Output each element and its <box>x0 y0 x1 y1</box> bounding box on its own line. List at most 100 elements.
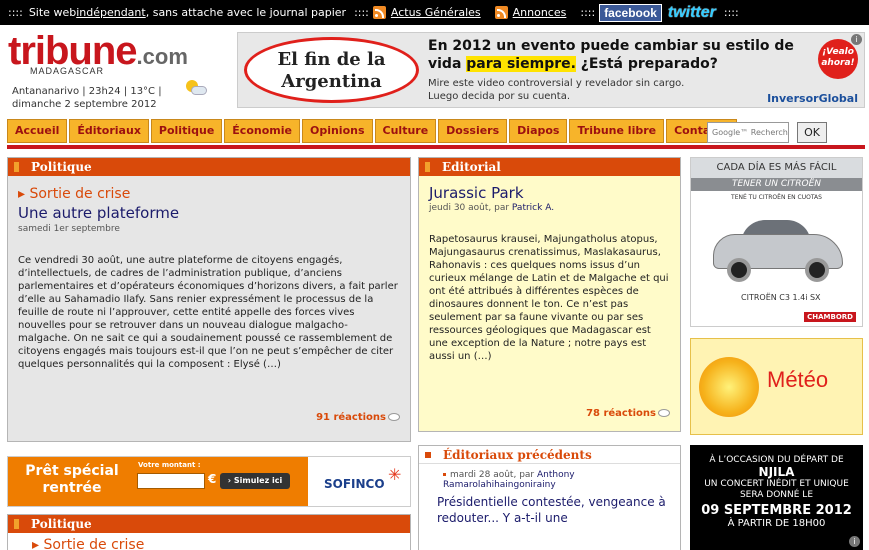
rss-icon[interactable] <box>494 6 508 19</box>
current-date: dimanche 2 septembre 2012 <box>12 99 157 110</box>
article-title[interactable]: Présidentielle contestée, vengeance à re… <box>437 494 680 526</box>
concert-time: À PARTIR DE 18H00 <box>727 518 826 529</box>
comment-bubble-icon <box>388 413 400 421</box>
independant-link[interactable]: indépendant <box>76 6 146 19</box>
section-title: Éditoriaux précédents <box>419 446 680 464</box>
main-nav: Accueil Éditoriaux Politique Économie Op… <box>7 119 739 143</box>
separator: :::: <box>354 6 369 19</box>
article-date: mardi 28 août, par Anthony Ramarolahihai… <box>443 470 680 490</box>
search-input[interactable]: Google™ Recherch <box>707 122 789 143</box>
article-title[interactable]: Jurassic Park <box>429 184 680 202</box>
ad-text-line: Mire este video controversial y revelado… <box>428 78 685 89</box>
meteo-ad[interactable]: Météo <box>690 338 863 435</box>
loan-ad-title: Prêt spécial rentrée <box>18 463 126 497</box>
car-image <box>713 216 843 286</box>
sofinco-logo: SOFINCO <box>324 477 385 491</box>
search-ok-button[interactable]: OK <box>797 122 827 143</box>
separator: :::: <box>8 6 23 19</box>
badge-line: ahora! <box>821 58 855 68</box>
rss-icon[interactable] <box>372 6 386 19</box>
loan-ad[interactable]: Prêt spécial rentrée Votre montant : € ›… <box>7 456 411 507</box>
arrow-right-icon: ▸ <box>18 186 26 202</box>
nav-tab-economie[interactable]: Économie <box>224 119 300 143</box>
ad-oval-line: El fin de la <box>277 49 386 70</box>
concert-ad[interactable]: À L’OCCASION DU DÉPART DE NJILA UN CONCE… <box>690 445 863 550</box>
article-title[interactable]: Une autre plateforme <box>18 204 410 222</box>
article-category-label: Sortie de crise <box>29 186 131 202</box>
facebook-button[interactable]: facebook <box>599 3 662 22</box>
tagline-text: Site web <box>28 6 77 19</box>
badge-line: ¡Vealo <box>822 47 854 57</box>
ad-brand: InversorGlobal <box>767 92 858 105</box>
previous-editorials-section: Éditoriaux précédents mardi 28 août, par… <box>418 445 681 550</box>
article-category[interactable]: ▸ Sortie de crise <box>32 537 410 550</box>
nav-tab-editoriaux[interactable]: Éditoriaux <box>69 119 149 143</box>
logo-country: MADAGASCAR <box>30 66 105 76</box>
twitter-button[interactable]: twitter <box>668 4 716 22</box>
concert-line: UN CONCERT INÉDIT ET UNIQUE <box>704 479 849 489</box>
nav-tab-tribune-libre[interactable]: Tribune libre <box>569 119 665 143</box>
ad-small-text: TENÉ TU CITROËN EN CUOTAS <box>731 194 822 201</box>
reactions-link[interactable]: 91 réactions <box>316 412 400 423</box>
weather-info: Antananarivo | 23h24 | 13°C | dimanche 2… <box>12 85 212 111</box>
top-banner-ad[interactable]: El fin de la Argentina En 2012 un evento… <box>237 32 865 108</box>
nav-tab-culture[interactable]: Culture <box>374 119 437 143</box>
article-category[interactable]: ▸ Sortie de crise <box>18 186 410 202</box>
article-date: samedi 1er septembre <box>18 224 120 234</box>
ad-oval: El fin de la Argentina <box>244 37 419 103</box>
simulate-button[interactable]: › Simulez ici <box>220 473 290 489</box>
editorial-section: Editorial Jurassic Park jeudi 30 août, p… <box>418 157 681 432</box>
arrow-right-icon: ▸ <box>32 537 40 550</box>
ad-info-icon[interactable]: i <box>849 536 860 547</box>
concert-name: NJILA <box>758 465 795 479</box>
section-title: Politique <box>8 158 410 176</box>
separator: :::: <box>580 6 596 19</box>
nav-tab-diapos[interactable]: Diapos <box>509 119 568 143</box>
comment-bubble-icon <box>658 409 670 417</box>
ad-text-line: Luego decida por su cuenta. <box>428 91 570 102</box>
article-excerpt: Rapetosaurus krausei, Majungatholus atop… <box>429 234 669 362</box>
simulate-button-label: Simulez ici <box>233 476 283 485</box>
dealer-logo: CHAMBORD <box>804 312 856 322</box>
politique-section-2: Politique ▸ Sortie de crise <box>7 514 411 550</box>
ad-headline-tail: ¿Está preparado? <box>575 56 718 72</box>
ad-top-text: CADA DÍA ES MÁS FÁCIL <box>691 158 862 178</box>
amount-input[interactable] <box>137 473 205 489</box>
header-divider <box>7 145 865 149</box>
annonces-link[interactable]: Annonces <box>513 6 567 19</box>
author-link[interactable]: Patrick A. <box>512 203 554 213</box>
ad-oval-line: Argentina <box>281 71 382 92</box>
citroen-ad[interactable]: CADA DÍA ES MÁS FÁCIL TENER UN CITROËN T… <box>690 157 863 327</box>
partly-cloudy-icon <box>186 80 208 96</box>
meteo-label: Météo <box>767 367 829 392</box>
nav-tab-politique[interactable]: Politique <box>150 119 223 143</box>
top-bar: :::: Site web indépendant , sans attache… <box>0 0 869 25</box>
section-title: Politique <box>8 515 410 533</box>
nav-tab-opinions[interactable]: Opinions <box>301 119 373 143</box>
site-logo[interactable]: tribune.com MADAGASCAR <box>8 31 188 76</box>
logo-tld: .com <box>136 44 188 69</box>
tagline-text-end: , sans attache avec le journal papier <box>145 6 347 19</box>
nav-tab-dossiers[interactable]: Dossiers <box>438 119 508 143</box>
separator: :::: <box>723 6 739 19</box>
article-date-text: jeudi 30 août, par <box>429 203 512 213</box>
ad-info-icon[interactable]: i <box>851 34 862 45</box>
concert-line: À L’OCCASION DU DÉPART DE <box>709 455 844 465</box>
car-model: CITROËN C3 1.4i SX <box>741 293 821 302</box>
reactions-count: 78 réactions <box>586 408 656 419</box>
reactions-link[interactable]: 78 réactions <box>586 408 670 419</box>
reactions-count: 91 réactions <box>316 412 386 423</box>
ad-watch-now-badge[interactable]: ¡Vealo ahora! <box>818 39 858 79</box>
loan-ad-title-line: Prêt spécial <box>25 463 119 479</box>
actus-generales-link[interactable]: Actus Générales <box>391 6 481 19</box>
article-date: jeudi 30 août, par Patrick A. <box>429 203 680 213</box>
nav-tab-accueil[interactable]: Accueil <box>7 119 68 143</box>
concert-date: 09 SEPTEMBRE 2012 <box>701 503 852 518</box>
section-title: Editorial <box>419 158 680 176</box>
article-category-label: Sortie de crise <box>43 537 145 550</box>
article-date-text: mardi 28 août, par <box>450 470 537 480</box>
ad-headline-mark: para siempre. <box>466 56 576 72</box>
ad-band-text: TENER UN CITROËN <box>691 178 862 191</box>
currency-symbol: € <box>208 472 217 486</box>
weather-line: Antananarivo | 23h24 | 13°C | <box>12 86 162 97</box>
